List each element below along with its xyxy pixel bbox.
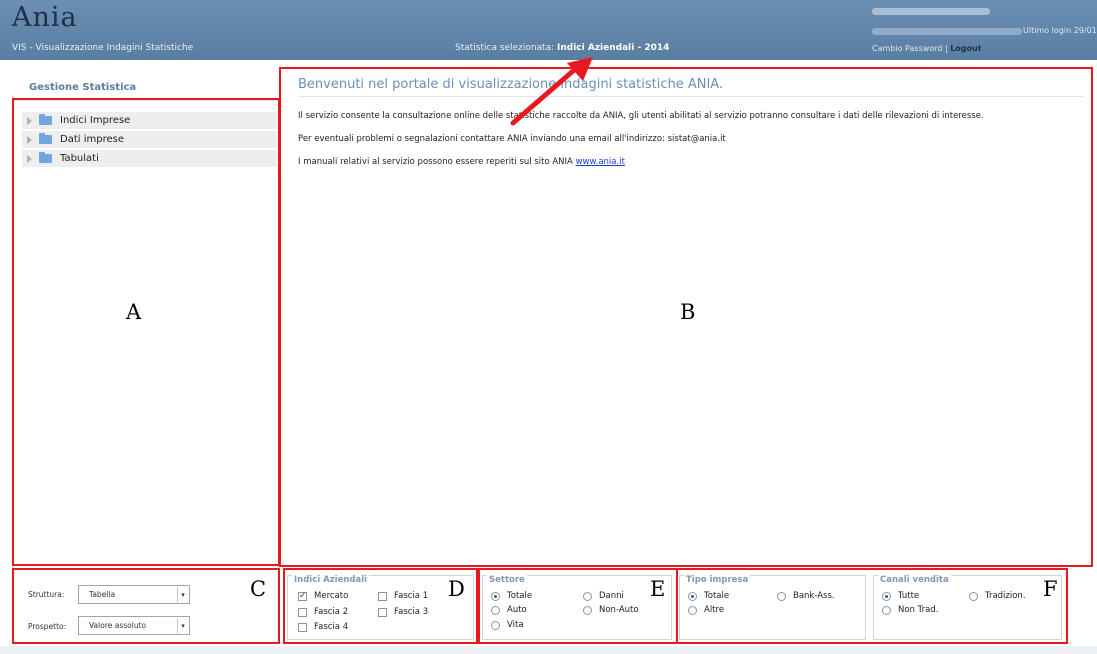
link-separator: |	[944, 44, 948, 53]
annotation-label-d: D	[448, 577, 465, 601]
annotation-label-a: A	[126, 300, 142, 324]
user-name-blurred	[872, 8, 990, 15]
user-info-blurred	[872, 28, 1022, 35]
annotation-label-e: E	[650, 577, 666, 601]
selected-statistic-label: Statistica selezionata:	[455, 43, 555, 53]
annotation-label-f: F	[1043, 577, 1058, 601]
app-header: Ania VIS - Visualizzazione Indagini Stat…	[0, 0, 1097, 60]
selected-statistic-value: Indici Aziendali - 2014	[557, 43, 670, 53]
annotation-label-b: B	[680, 300, 696, 324]
annotation-box-a	[12, 98, 280, 566]
footer-strip	[0, 646, 1097, 654]
user-links: Cambio Password | Logout	[872, 44, 982, 53]
ania-logo: Ania	[12, 2, 78, 33]
sidebar-title: Gestione Statistica	[29, 82, 137, 93]
annotation-arrow-icon	[510, 57, 593, 126]
change-password-link[interactable]: Cambio Password	[872, 44, 942, 53]
annotation-box-e	[478, 568, 678, 644]
last-login: Ultimo login 29/01	[1023, 26, 1097, 35]
annotation-box-f	[676, 568, 1068, 644]
selected-statistic: Statistica selezionata: Indici Aziendali…	[455, 43, 669, 53]
app-subtitle: VIS - Visualizzazione Indagini Statistic…	[12, 43, 194, 53]
logout-link[interactable]: Logout	[950, 44, 981, 53]
annotation-box-c	[12, 568, 280, 644]
annotation-label-c: C	[250, 577, 267, 601]
